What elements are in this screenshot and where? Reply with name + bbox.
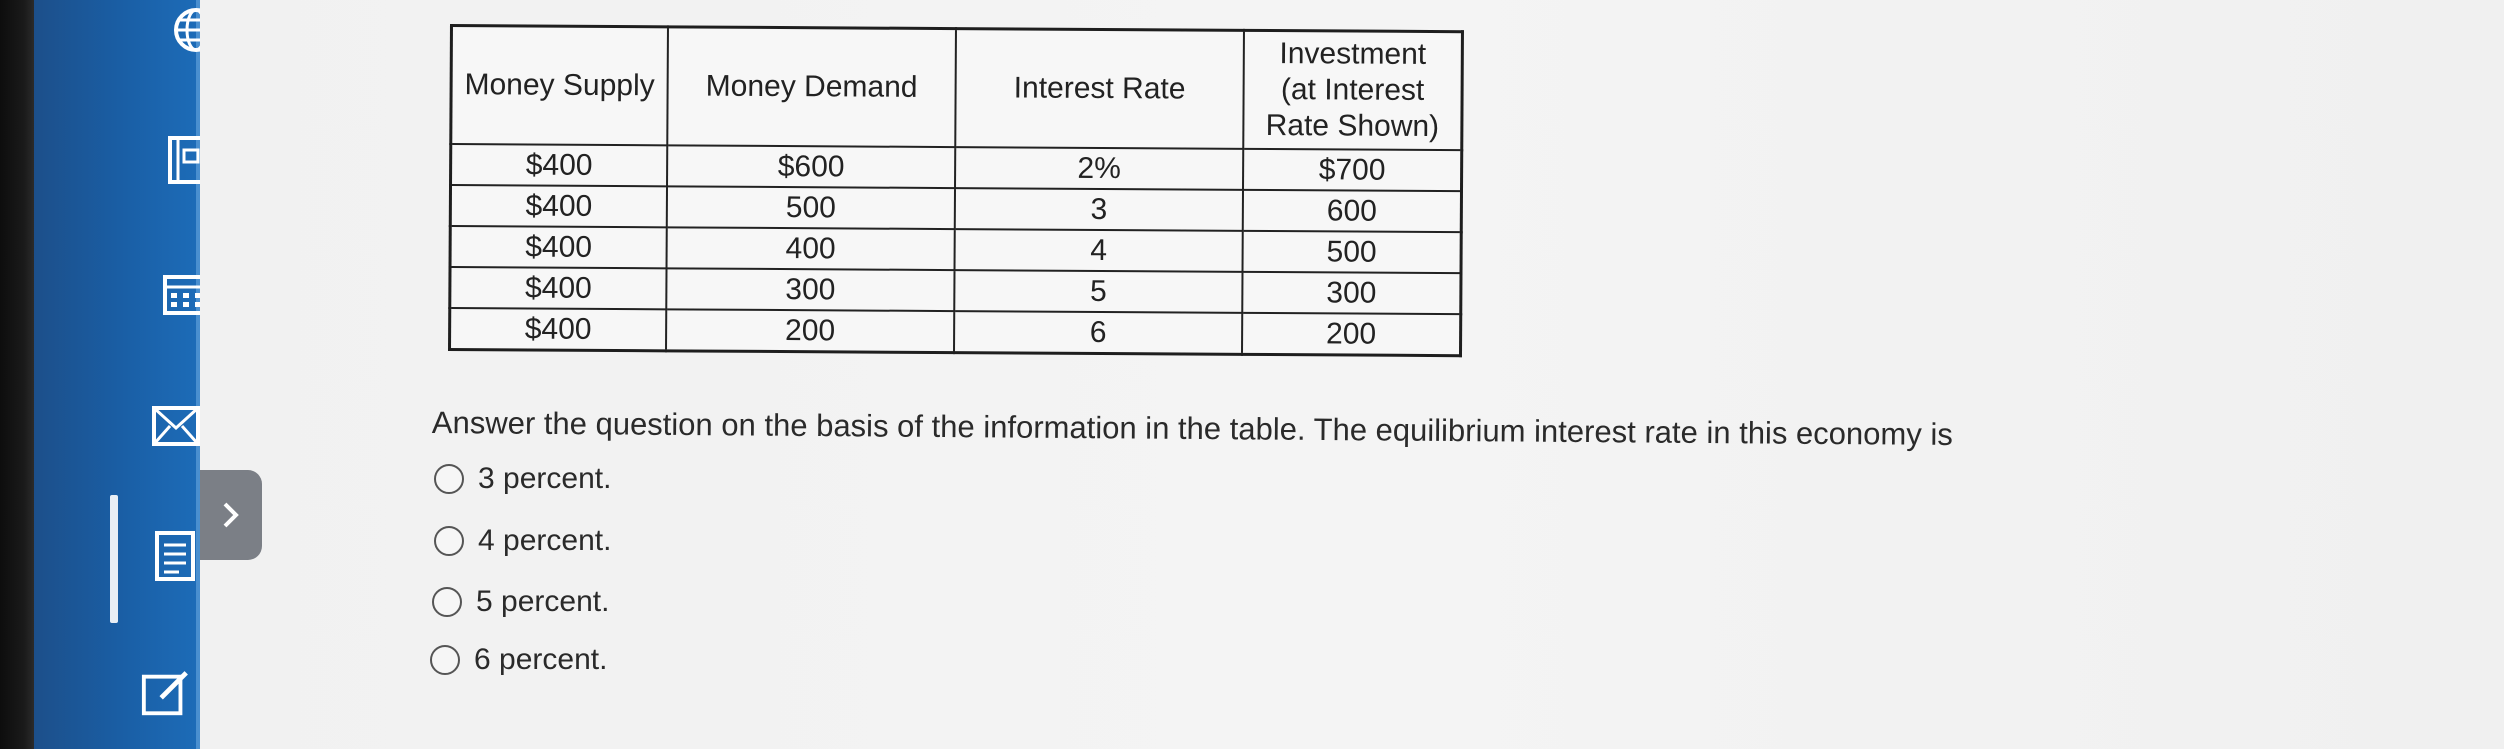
table-cell: 300	[1242, 271, 1461, 315]
answer-option-label: 5 percent.	[476, 585, 610, 618]
table-cell: $700	[1243, 148, 1462, 192]
table-cell: 5	[954, 270, 1243, 313]
table-cell: 500	[666, 186, 956, 230]
table-cell: 3	[954, 188, 1244, 231]
header-investment: Investment (at Interest Rate Shown)	[1243, 30, 1463, 151]
table-cell: $600	[667, 145, 956, 189]
chevron-right-icon	[223, 502, 239, 528]
answer-option-4-percent[interactable]: 4 percent.	[434, 524, 611, 558]
radio-button[interactable]	[432, 587, 462, 617]
radio-button[interactable]	[430, 645, 460, 675]
answer-option-6-percent[interactable]: 6 percent.	[430, 643, 607, 677]
header-money-demand: Money Demand	[667, 26, 956, 148]
table-cell: 4	[954, 229, 1243, 272]
header-money-supply: Money Supply	[450, 25, 668, 146]
table-cell: 6	[954, 311, 1243, 355]
sidebar-active-indicator	[110, 495, 118, 623]
screen-bezel	[0, 0, 34, 749]
edit-icon[interactable]	[140, 668, 192, 720]
table-header-row: Money Supply Money Demand Interest Rate …	[450, 25, 1463, 151]
table-cell: $400	[449, 267, 667, 310]
table-cell: 300	[666, 268, 955, 312]
tool-sidebar	[34, 0, 218, 749]
table-cell: 2%	[955, 147, 1244, 190]
sidebar-collapse-button[interactable]	[200, 470, 262, 560]
table-cell: $400	[450, 185, 668, 228]
data-table: Money Supply Money Demand Interest Rate …	[448, 24, 1464, 358]
table-row: $400 400 4 500	[450, 226, 1462, 274]
table-cell: 200	[666, 309, 955, 353]
notes-icon[interactable]	[150, 530, 202, 582]
table-cell: $400	[449, 308, 667, 351]
table-cell: $400	[450, 144, 668, 187]
radio-button[interactable]	[434, 464, 464, 494]
table-cell: 500	[1242, 230, 1462, 274]
answer-option-label: 6 percent.	[474, 643, 608, 676]
answer-option-label: 4 percent.	[478, 524, 612, 557]
table-row: $400 500 3 600	[450, 185, 1462, 233]
answer-option-5-percent[interactable]: 5 percent.	[432, 585, 609, 619]
answer-option-label: 3 percent.	[478, 462, 612, 495]
answer-option-3-percent[interactable]: 3 percent.	[434, 462, 611, 496]
header-interest-rate: Interest Rate	[955, 28, 1244, 149]
table-cell: 600	[1242, 189, 1462, 233]
table-row: $400 $600 2% $700	[450, 144, 1462, 192]
table-cell: $400	[450, 226, 667, 269]
table-cell: 400	[666, 227, 955, 271]
table-row: $400 200 6 200	[449, 308, 1461, 356]
table-row: $400 300 5 300	[449, 267, 1461, 315]
mail-icon[interactable]	[150, 400, 202, 452]
table-cell: 200	[1241, 312, 1461, 356]
radio-button[interactable]	[434, 526, 464, 556]
